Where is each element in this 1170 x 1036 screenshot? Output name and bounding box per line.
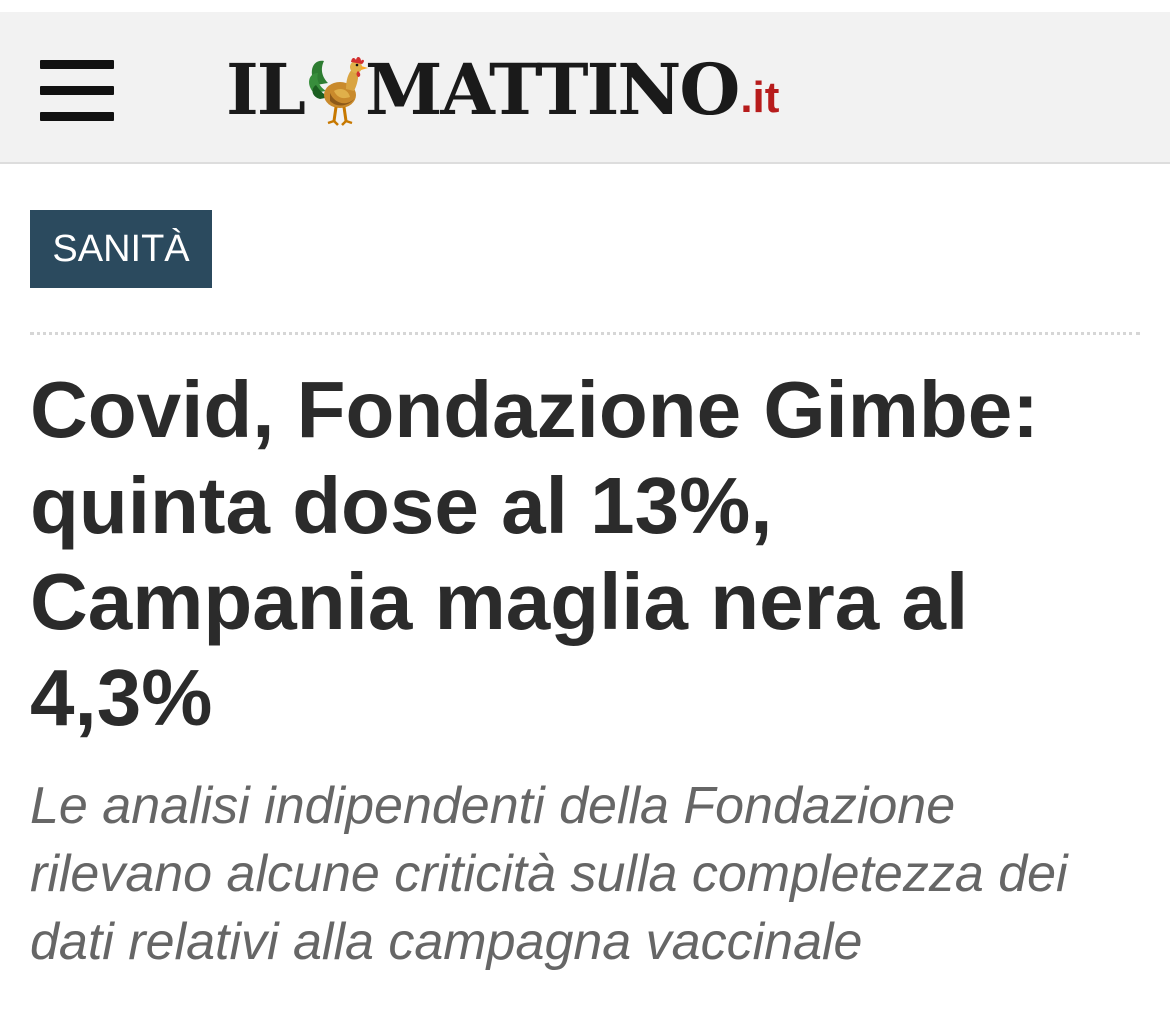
logo-word-mattino: MATTINO <box>364 48 740 131</box>
rooster-icon <box>309 57 368 126</box>
category-badge[interactable]: SANITÀ <box>30 210 212 288</box>
top-strip <box>0 0 1170 12</box>
section-divider <box>30 332 1140 335</box>
article-subtitle: Le analisi indipendenti della Fondazione… <box>30 777 1068 971</box>
menu-button[interactable] <box>40 60 116 122</box>
article-headline: Covid, Fondazione Gimbe: quinta dose al … <box>30 365 1039 742</box>
site-logo[interactable]: IL MATTINO .it <box>226 40 779 140</box>
logo-word-il: IL <box>226 48 306 131</box>
site-header: IL MATTINO .it <box>0 12 1170 164</box>
logo-domain-suffix: .it <box>740 73 780 122</box>
